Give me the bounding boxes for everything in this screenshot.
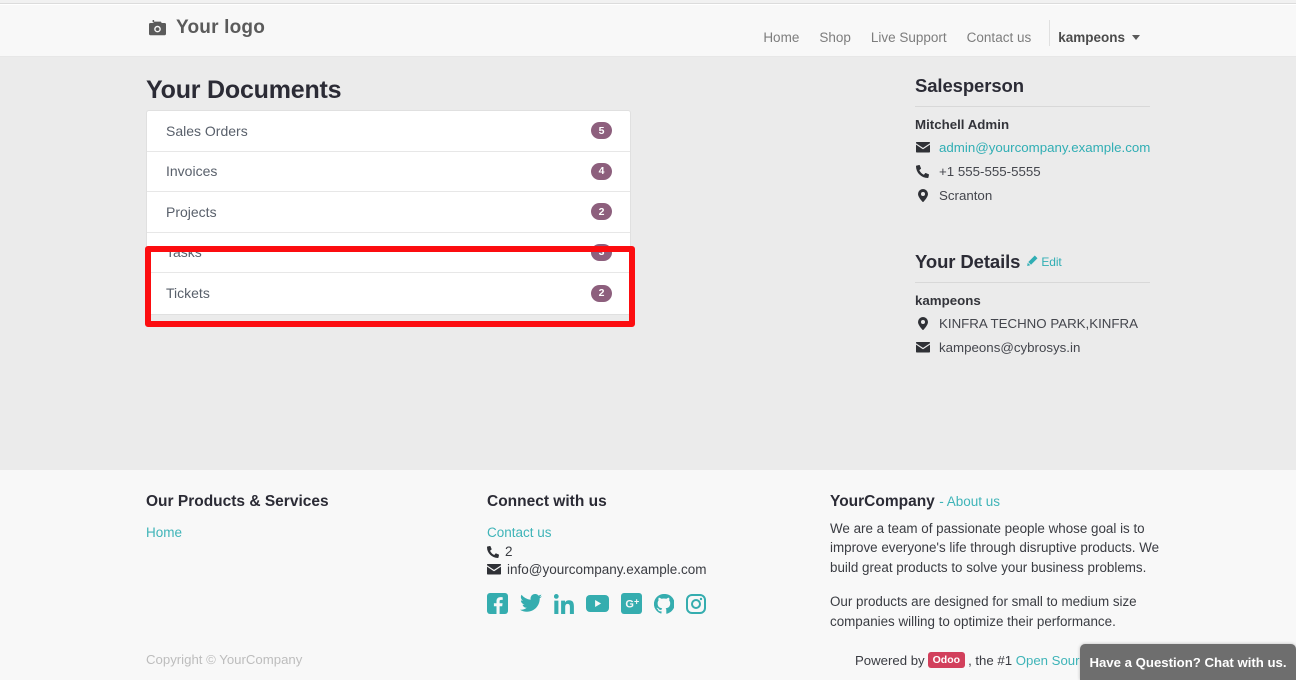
footer-link-contact-us[interactable]: Contact us (487, 525, 807, 540)
phone-icon (487, 545, 499, 558)
document-row-label: Tasks (166, 244, 202, 261)
social-links: G + (487, 593, 807, 614)
your-details-address: KINFRA TECHNO PARK,KINFRA (939, 315, 1138, 331)
twitter-icon[interactable] (520, 593, 542, 614)
salesperson-phone: +1 555-555-5555 (939, 163, 1041, 179)
youtube-icon[interactable] (586, 595, 609, 612)
document-row-label: Projects (166, 203, 217, 220)
salesperson-phone-line: +1 555-555-5555 (915, 163, 1150, 181)
chat-widget-button[interactable]: Have a Question? Chat with us. (1080, 644, 1296, 680)
document-row-count-badge: 2 (591, 203, 612, 221)
footer-phone: 2 (505, 544, 513, 559)
facebook-icon[interactable] (487, 593, 508, 614)
nav-item-contact-us[interactable]: Contact us (957, 30, 1042, 45)
footer-company-name: YourCompany (830, 493, 935, 510)
nav-item-shop[interactable]: Shop (809, 30, 861, 45)
sidebar-info-column: Salesperson Mitchell Admin admin@yourcom… (915, 75, 1150, 363)
googleplus-icon[interactable]: G + (621, 593, 642, 614)
chat-widget-label: Have a Question? Chat with us. (1089, 654, 1287, 670)
footer-email-line: info@yourcompany.example.com (487, 562, 807, 577)
footer-about-us-link[interactable]: - About us (939, 494, 1000, 509)
browser-top-strip (0, 0, 1296, 4)
envelope-icon (487, 564, 501, 575)
document-row-label: Sales Orders (166, 122, 248, 139)
user-menu-label: kampeons (1058, 29, 1125, 45)
footer-company-paragraph-2: Our products are designed for small to m… (830, 594, 1137, 629)
chevron-down-icon (1132, 34, 1140, 40)
salesperson-divider (915, 106, 1150, 107)
salesperson-heading: Salesperson (915, 75, 1024, 96)
page-title: Your Documents (146, 76, 342, 104)
footer-phone-line: 2 (487, 544, 807, 559)
site-logo-text: Your logo (176, 17, 266, 38)
github-icon[interactable] (653, 593, 675, 614)
site-header: Your logo Home Shop Live Support Contact… (0, 5, 1296, 57)
footer-title-products-services: Our Products & Services (146, 493, 329, 510)
footer-column-connect: Connect with us Contact us 2 info@yourco… (487, 493, 807, 614)
phone-icon (915, 165, 930, 179)
user-menu-button[interactable]: kampeons (1058, 30, 1144, 45)
powered-by-middle: , the #1 (968, 652, 1013, 668)
location-pin-icon (915, 189, 930, 203)
instagram-icon[interactable] (686, 593, 706, 614)
salesperson-city-line: Scranton (915, 187, 1150, 205)
document-row-sales-orders[interactable]: Sales Orders 5 (147, 111, 630, 152)
footer-column-company: YourCompany - About us We are a team of … (830, 493, 1175, 631)
location-pin-icon (915, 317, 930, 331)
site-logo[interactable]: Your logo (148, 17, 265, 39)
edit-details-button[interactable]: Edit (1027, 254, 1062, 269)
nav-item-home[interactable]: Home (753, 30, 809, 45)
document-row-tickets[interactable]: Tickets 2 (147, 273, 630, 314)
your-details-email-line: kampeons@cybrosys.in (915, 339, 1150, 357)
svg-text:G: G (625, 599, 634, 611)
main-content: Your Documents Sales Orders 5 Invoices 4… (0, 57, 1296, 470)
edit-details-label: Edit (1041, 254, 1062, 269)
copyright-text: Copyright © YourCompany (146, 652, 303, 667)
document-row-count-badge: 4 (591, 162, 612, 180)
footer-email: info@yourcompany.example.com (507, 562, 707, 577)
document-row-label: Invoices (166, 163, 218, 180)
documents-list: Sales Orders 5 Invoices 4 Projects 2 Tas… (146, 110, 631, 315)
salesperson-city: Scranton (939, 187, 993, 203)
linkedin-icon[interactable] (553, 593, 574, 614)
nav-item-live-support[interactable]: Live Support (861, 30, 957, 45)
your-details-divider (915, 281, 1150, 283)
salesperson-email-line: admin@yourcompany.example.com (915, 139, 1150, 157)
your-details-address-line: KINFRA TECHNO PARK,KINFRA (915, 315, 1150, 333)
svg-text:+: + (634, 596, 639, 606)
footer-company-heading: YourCompany - About us (830, 493, 1175, 511)
document-row-label: Tickets (166, 285, 210, 302)
your-details-heading-text: Your Details (915, 250, 1021, 272)
main-navigation: Home Shop Live Support Contact us kampeo… (753, 20, 1144, 50)
footer-title-connect: Connect with us (487, 493, 607, 510)
footer-company-paragraph-1: We are a team of passionate people whose… (830, 521, 1160, 575)
pencil-icon (1027, 255, 1038, 269)
envelope-icon (915, 142, 930, 153)
document-row-count-badge: 2 (591, 284, 612, 302)
camera-icon (148, 19, 167, 37)
document-row-count-badge: 5 (591, 122, 612, 140)
nav-divider (1049, 20, 1051, 46)
your-details-email: kampeons@cybrosys.in (939, 339, 1081, 355)
footer-link-home[interactable]: Home (146, 525, 466, 540)
document-row-tasks[interactable]: Tasks 3 (147, 233, 630, 273)
document-row-invoices[interactable]: Invoices 4 (147, 152, 630, 192)
document-row-projects[interactable]: Projects 2 (147, 192, 630, 233)
your-details-heading: Your Details Edit (915, 251, 1150, 282)
salesperson-email-link[interactable]: admin@yourcompany.example.com (939, 139, 1150, 157)
powered-by-prefix: Powered by (855, 652, 925, 668)
document-row-count-badge: 3 (591, 243, 612, 261)
salesperson-name: Mitchell Admin (915, 117, 1010, 132)
envelope-icon (915, 342, 930, 353)
footer-column-products-services: Our Products & Services Home (146, 493, 466, 544)
your-details-name: kampeons (915, 292, 981, 308)
odoo-badge[interactable]: Odoo (927, 652, 966, 669)
